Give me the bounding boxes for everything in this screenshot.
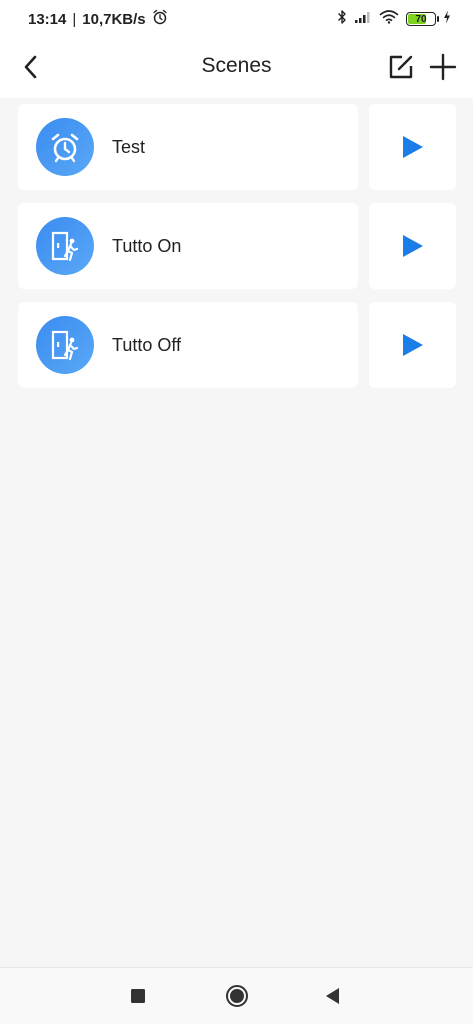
run-scene-button[interactable] bbox=[369, 104, 456, 190]
scene-row: Tutto On bbox=[18, 203, 456, 289]
status-left: 13:14 | 10,7KB/s bbox=[28, 9, 168, 29]
battery-level: 70 bbox=[415, 13, 427, 25]
play-icon bbox=[402, 334, 423, 356]
battery-cap bbox=[437, 16, 439, 22]
scene-name: Tutto On bbox=[112, 236, 182, 256]
run-scene-button[interactable] bbox=[369, 203, 456, 289]
play-icon bbox=[402, 136, 423, 158]
system-nav-bar bbox=[0, 967, 473, 1024]
scene-row: Tutto Off bbox=[18, 302, 456, 388]
scenes-screen: 13:14 | 10,7KB/s 70 Scenes Test Tutto On… bbox=[0, 0, 473, 1024]
status-separator: | bbox=[72, 10, 77, 28]
plus-icon bbox=[429, 53, 457, 81]
scene-name: Tutto Off bbox=[112, 335, 182, 355]
alarm-icon bbox=[152, 9, 168, 29]
back-icon[interactable] bbox=[323, 986, 341, 1006]
run-scene-button[interactable] bbox=[369, 302, 456, 388]
app-header: Scenes bbox=[0, 36, 473, 98]
status-right: 70 bbox=[337, 9, 451, 29]
bluetooth-icon bbox=[337, 9, 347, 30]
signal-icon bbox=[354, 10, 372, 29]
alarm-clock-icon bbox=[36, 118, 94, 176]
charging-icon bbox=[443, 10, 451, 29]
edit-icon bbox=[389, 55, 413, 79]
play-icon bbox=[402, 235, 423, 257]
home-icon[interactable] bbox=[225, 984, 249, 1008]
edit-button[interactable] bbox=[386, 52, 416, 82]
battery-icon: 70 bbox=[406, 12, 439, 26]
recent-apps-icon[interactable] bbox=[130, 988, 146, 1004]
scene-card[interactable]: Test bbox=[18, 104, 358, 190]
status-bar: 13:14 | 10,7KB/s 70 bbox=[0, 0, 473, 36]
scene-name: Test bbox=[112, 137, 146, 157]
door-walk-icon bbox=[36, 217, 94, 275]
status-speed: 10,7KB/s bbox=[82, 10, 146, 28]
scene-card[interactable]: Tutto On bbox=[18, 203, 358, 289]
scene-row: Test bbox=[18, 104, 456, 190]
wifi-icon bbox=[379, 9, 399, 29]
door-walk-icon bbox=[36, 316, 94, 374]
add-scene-button[interactable] bbox=[428, 52, 458, 82]
scene-card[interactable]: Tutto Off bbox=[18, 302, 358, 388]
status-time: 13:14 bbox=[28, 10, 67, 28]
